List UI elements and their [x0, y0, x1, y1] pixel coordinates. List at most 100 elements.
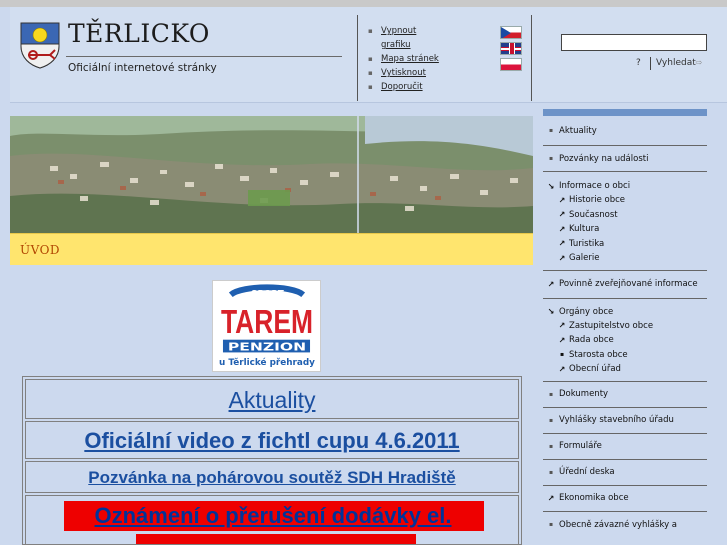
news-link-power-outage[interactable]: Oznámení o přerušení dodávky el.	[26, 501, 520, 531]
sidebar-item-formulare[interactable]: ▪ Formuláře	[543, 434, 707, 460]
aerial-village-photo	[10, 116, 533, 233]
news-link-video[interactable]: Oficiální video z fichtl cupu 4.6.2011	[84, 428, 459, 453]
flag-czech-icon[interactable]	[500, 26, 522, 39]
alert-highlight	[136, 534, 416, 544]
sidebar-subitem-urad[interactable]: ↗ Obecní úřad	[543, 362, 707, 377]
sidebar-item-label: Úřední deska	[559, 467, 615, 477]
arrow-up-right-icon: ↗	[558, 321, 566, 331]
flag-polish-icon[interactable]	[500, 58, 522, 71]
sidebar-item-label: Vyhlášky stavebního úřadu	[559, 415, 674, 425]
tarem-penzion-logo[interactable]: SPORT TAREM PENZION u Těrlické přehrady	[212, 280, 321, 372]
tool-link-label[interactable]: Vypnout grafiku	[381, 24, 433, 52]
sidebar-item-informace[interactable]: ↘ Informace o obci	[543, 179, 707, 193]
sidebar-subitem-label: Starosta obce	[569, 349, 628, 360]
section-bar: ÚVOD	[10, 233, 533, 265]
sidebar-item-aktuality[interactable]: ▪ Aktuality	[543, 116, 707, 146]
logo-location-text: u Těrlické přehrady	[219, 357, 315, 368]
sidebar-item-label: Pozvánky na události	[559, 153, 649, 164]
sidebar-item-uredni-deska[interactable]: ▪ Úřední deska	[543, 460, 707, 486]
tool-links: ▪ Vypnout grafiku ▪ Mapa stránek ▪ Vytis…	[368, 24, 439, 94]
sidebar-subitem-label: Obecní úřad	[569, 364, 621, 375]
sidebar-item-vyhlasky-stavebni[interactable]: ▪ Vyhlášky stavebního úřadu	[543, 408, 707, 434]
tool-link-label[interactable]: Vytisknout	[381, 66, 426, 80]
top-strip	[0, 0, 727, 7]
bullet-icon: ▪	[548, 442, 554, 450]
arrow-down-right-icon: ↘	[547, 307, 555, 316]
sidebar-item-pozvanky[interactable]: ▪ Pozvánky na události	[543, 146, 707, 172]
bullet-icon: ▪	[559, 351, 565, 359]
sidebar-item-label: Aktuality	[559, 125, 597, 136]
tool-link-recommend[interactable]: ▪ Doporučit	[368, 80, 439, 94]
sidebar-subitem-label: Turistika	[569, 238, 605, 249]
sidebar-subitem-rada[interactable]: ↗ Rada obce	[543, 333, 707, 348]
bullet-icon: ▪	[368, 83, 373, 91]
sidebar-subitem-label: Rada obce	[569, 335, 614, 346]
sidebar-subitem-soucasnost[interactable]: ↗ Současnost	[543, 208, 707, 223]
tool-link-label[interactable]: Mapa stránek	[381, 52, 439, 66]
sidebar-item-dokumenty[interactable]: ▪ Dokumenty	[543, 382, 707, 408]
sidebar-item-ekonomika[interactable]: ↗ Ekonomika obce	[543, 486, 707, 512]
site-subtitle: Oficiální internetové stránky	[68, 62, 217, 74]
arrow-up-right-icon: ↗	[558, 239, 566, 249]
news-row: Oznámení o přerušení dodávky el.	[25, 495, 520, 544]
logo-sport-text: SPORT	[251, 290, 285, 300]
arrow-up-right-icon: ↗	[547, 279, 555, 289]
bullet-icon: ▪	[368, 55, 373, 63]
news-link-aktuality[interactable]: Aktuality	[229, 387, 316, 413]
bullet-icon: ▪	[368, 69, 373, 77]
header-divider	[531, 15, 532, 101]
sidebar-item-label: Dokumenty	[559, 389, 609, 399]
sidebar-subitem-label: Historie obce	[569, 195, 626, 206]
sidebar-subitem-kultura[interactable]: ↗ Kultura	[543, 222, 707, 237]
section-title: ÚVOD	[20, 243, 61, 257]
sidebar-subitem-label: Současnost	[569, 209, 618, 220]
bullet-icon: ▪	[548, 468, 554, 476]
site-title[interactable]: TĚRLICKO	[68, 19, 210, 48]
news-row: Oficiální video z fichtl cupu 4.6.2011	[25, 421, 519, 459]
sidebar-top-strip	[543, 109, 707, 116]
arrow-down-right-icon: ↘	[547, 181, 555, 191]
tool-link-graphics[interactable]: ▪ Vypnout grafiku	[368, 24, 439, 52]
tool-link-sitemap[interactable]: ▪ Mapa stránek	[368, 52, 439, 66]
tool-link-label[interactable]: Doporučit	[381, 80, 423, 94]
search-help-link[interactable]: ?	[636, 58, 641, 68]
arrow-up-right-icon: ↗	[558, 335, 566, 345]
bullet-icon: ▪	[548, 416, 554, 424]
sidebar-subitem-zastupitelstvo[interactable]: ↗ Zastupitelstvo obce	[543, 319, 707, 334]
sidebar-item-obecne-vyhlasky[interactable]: ▪ Obecně závazné vyhlášky a	[543, 512, 707, 538]
sidebar-item-label: Ekonomika obce	[559, 493, 629, 503]
sidebar-subitem-label: Galerie	[569, 253, 600, 264]
sidebar-item-label: Informace o obci	[559, 181, 631, 191]
bullet-icon: ▪	[548, 390, 554, 398]
sidebar-subitem-label: Kultura	[569, 224, 600, 235]
search-input[interactable]	[561, 34, 707, 51]
sidebar-item-label: Povinně zveřejňované informace	[559, 279, 698, 289]
news-table: Aktuality Oficiální video z fichtl cupu …	[22, 376, 522, 545]
logo-name-text: TAREM	[221, 304, 313, 341]
sidebar-subitem-historie[interactable]: ↗ Historie obce	[543, 193, 707, 208]
arrow-up-right-icon: ↗	[558, 253, 566, 263]
news-row: Aktuality	[25, 379, 519, 419]
sidebar: ▪ Aktuality ▪ Pozvánky na události ↘ Inform…	[543, 109, 707, 545]
sidebar-menu: ▪ Aktuality ▪ Pozvánky na události ↘ Inform…	[543, 116, 707, 538]
sidebar-item-organy[interactable]: ↘ Orgány obce	[543, 305, 707, 319]
arrow-up-right-icon: ↗	[547, 493, 555, 503]
sidebar-subitem-turistika[interactable]: ↗ Turistika	[543, 237, 707, 252]
search-divider	[650, 57, 651, 70]
bullet-icon: ▪	[368, 27, 373, 35]
sidebar-group-informace: ↘ Informace o obci ↗ Historie obce ↗ Součas…	[543, 172, 707, 271]
tool-link-print[interactable]: ▪ Vytisknout	[368, 66, 439, 80]
sidebar-subitem-galerie[interactable]: ↗ Galerie	[543, 251, 707, 266]
search-button-label: Vyhledat	[656, 58, 696, 68]
banner-divider	[357, 116, 359, 233]
sidebar-item-povinne[interactable]: ↗ Povinně zveřejňované informace	[543, 271, 707, 299]
arrow-up-right-icon: ↗	[558, 364, 566, 374]
search-button[interactable]: Vyhledat⇨	[656, 58, 702, 68]
banner-image	[10, 116, 533, 233]
sidebar-subitem-starosta[interactable]: ▪ Starosta obce	[543, 348, 707, 363]
flag-english-icon[interactable]	[500, 42, 522, 55]
news-row: Pozvánka na pohárovou soutěž SDH Hradišt…	[25, 461, 519, 493]
sidebar-item-label: Formuláře	[559, 441, 602, 451]
municipal-crest-icon	[20, 22, 60, 69]
news-link-invitation[interactable]: Pozvánka na pohárovou soutěž SDH Hradišt…	[88, 468, 455, 487]
